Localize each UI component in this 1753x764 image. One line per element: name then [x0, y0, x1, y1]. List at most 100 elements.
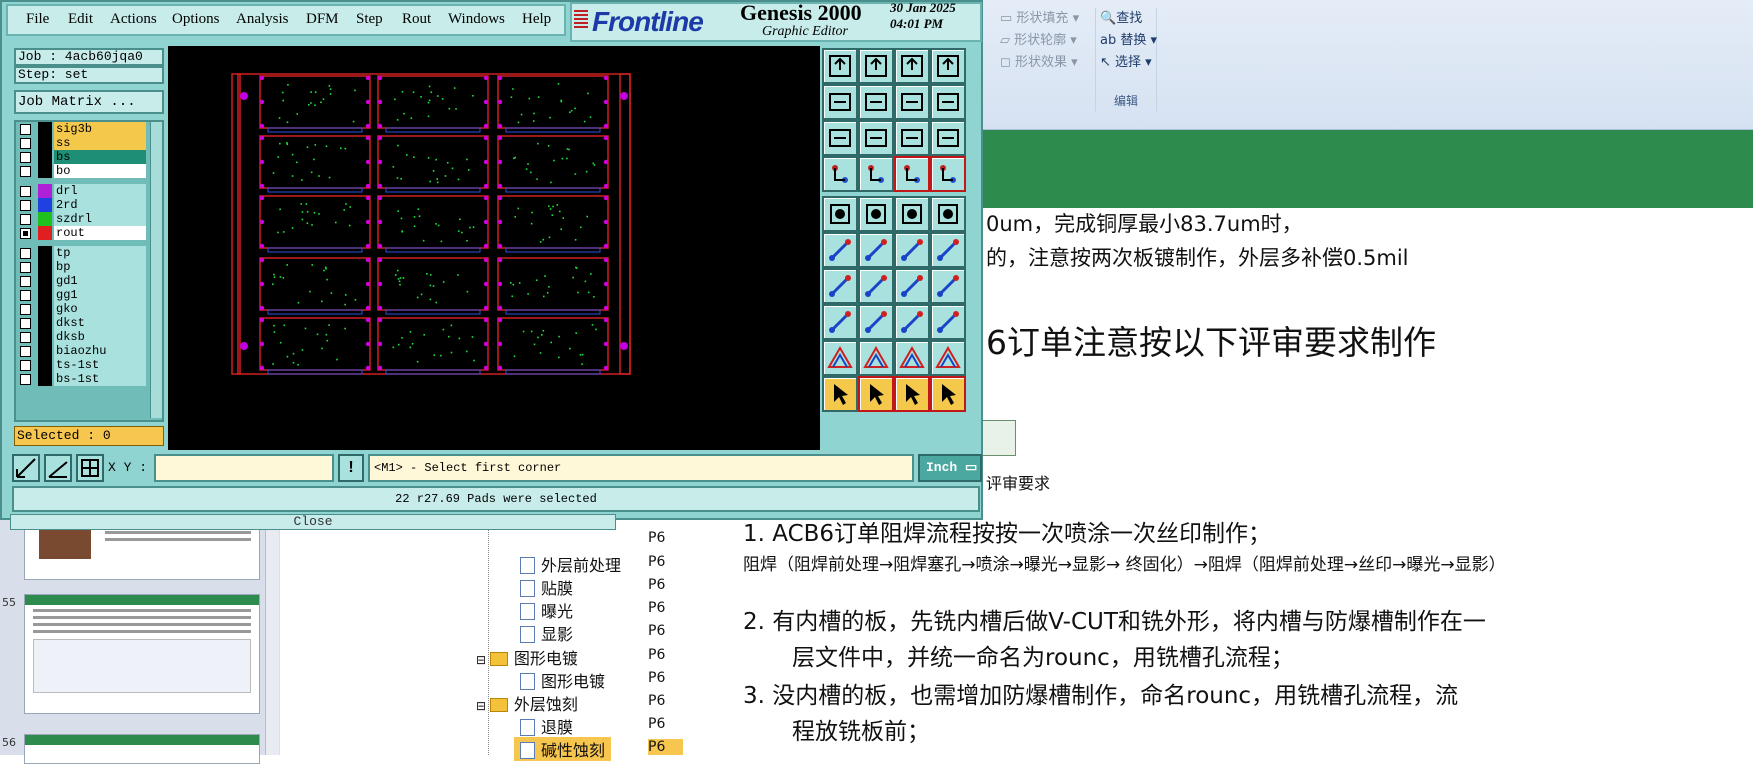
layer-row-ss[interactable]: ss: [16, 136, 146, 150]
shape-fill-button[interactable]: ▭ 形状填充 ▾: [1000, 8, 1079, 30]
menu-options[interactable]: Options: [172, 11, 220, 28]
scale-1-2-button[interactable]: [894, 120, 930, 156]
layer-checkbox[interactable]: [20, 290, 31, 301]
layer-row-gko[interactable]: gko: [16, 302, 146, 316]
copy-button[interactable]: [930, 304, 966, 340]
job-field[interactable]: Job : 4acb60jqa0: [14, 48, 164, 66]
select-box-button[interactable]: [858, 376, 894, 412]
layer-checkbox[interactable]: [20, 276, 31, 287]
zoom-right-button[interactable]: [858, 84, 894, 120]
fit-button[interactable]: [822, 120, 858, 156]
mirror-button[interactable]: [930, 268, 966, 304]
tree-folder[interactable]: ⊟ 外层蚀刻: [476, 691, 578, 715]
layer-row-sig3b[interactable]: sig3b: [16, 122, 146, 136]
select-button[interactable]: ↖ 选择 ▾: [1096, 52, 1156, 74]
slide-thumbnail[interactable]: [24, 594, 260, 714]
horizontal-button[interactable]: [858, 304, 894, 340]
step-field[interactable]: Step: set: [14, 66, 164, 84]
grid-snap-button[interactable]: [76, 454, 104, 482]
tree-item[interactable]: 图形电镀: [520, 668, 605, 692]
delete-button[interactable]: [858, 232, 894, 268]
layer-row-dksb[interactable]: dksb: [16, 330, 146, 344]
layer-checkbox[interactable]: [20, 214, 31, 225]
tree-item[interactable]: 退膜: [520, 714, 573, 738]
tree-item-selected[interactable]: 碱性蚀刻: [514, 737, 612, 761]
layer-checkbox[interactable]: [20, 262, 31, 273]
layer-row-gd1[interactable]: gd1: [16, 274, 146, 288]
layer-row-rout[interactable]: rout: [16, 226, 146, 240]
snap-button[interactable]: [822, 156, 858, 192]
collapse-icon[interactable]: ⊟: [476, 699, 490, 713]
layer-checkbox[interactable]: [20, 360, 31, 371]
find-button[interactable]: 🔍查找: [1096, 8, 1156, 30]
redraw-button[interactable]: [930, 84, 966, 120]
center-snap-button[interactable]: [894, 304, 930, 340]
circle-button[interactable]: [930, 196, 966, 232]
units-selector[interactable]: Inch ▭: [918, 454, 982, 482]
xy-input[interactable]: [154, 454, 334, 482]
select-graph-button[interactable]: [930, 376, 966, 412]
camera-button[interactable]: [822, 196, 858, 232]
layer-row-tp[interactable]: tp: [16, 246, 146, 260]
tree-item[interactable]: 曝光: [520, 598, 573, 622]
angle-button[interactable]: [822, 268, 858, 304]
layer-list-scrollbar[interactable]: [150, 122, 162, 418]
rotate-button[interactable]: [894, 268, 930, 304]
center-button[interactable]: [858, 120, 894, 156]
graphic-canvas[interactable]: [168, 46, 820, 450]
layer-checkbox[interactable]: [20, 124, 31, 135]
menu-actions[interactable]: Actions: [110, 11, 157, 28]
layer-row-gg1[interactable]: gg1: [16, 288, 146, 302]
collapse-icon[interactable]: ⊟: [476, 653, 490, 667]
grid-button[interactable]: [858, 156, 894, 192]
layer-row-dkst[interactable]: dkst: [16, 316, 146, 330]
zoom-left-button[interactable]: [822, 84, 858, 120]
open-layer-button[interactable]: [822, 48, 858, 84]
layer-row-bo[interactable]: bo: [16, 164, 146, 178]
job-matrix-button[interactable]: Job Matrix ...: [14, 90, 164, 114]
tree-folder[interactable]: ⊟ 图形电镀: [476, 645, 578, 669]
save-button[interactable]: [858, 48, 894, 84]
slide-thumbnail[interactable]: [24, 734, 260, 764]
layer-row-bs[interactable]: bs: [16, 150, 146, 164]
help-button[interactable]: [930, 120, 966, 156]
layer-checkbox[interactable]: [20, 374, 31, 385]
layer-row-bs-1st[interactable]: bs-1st: [16, 372, 146, 386]
layer-checkbox[interactable]: [20, 304, 31, 315]
layer-checkbox[interactable]: [20, 186, 31, 197]
tree-item[interactable]: 外层前处理: [520, 552, 621, 576]
line-button[interactable]: [894, 232, 930, 268]
shape-outline-button[interactable]: ▱ 形状轮廓 ▾: [1000, 30, 1079, 52]
zoom-back-button[interactable]: [894, 84, 930, 120]
triangle2-button[interactable]: [858, 340, 894, 376]
tree-item[interactable]: 显影: [520, 621, 573, 645]
menu-edit[interactable]: Edit: [68, 11, 93, 28]
layer-row-szdrl[interactable]: szdrl: [16, 212, 146, 226]
excel-attachment-icon[interactable]: [982, 420, 1016, 456]
shape-effects-button[interactable]: ◻ 形状效果 ▾: [1000, 52, 1079, 74]
layer-checkbox[interactable]: [20, 248, 31, 259]
replace-button[interactable]: ab 替换 ▾: [1096, 30, 1157, 52]
slide-thumbnails[interactable]: 55 56: [0, 520, 280, 764]
layer-row-2rd[interactable]: 2rd: [16, 198, 146, 212]
thumbnail-scrollbar[interactable]: [265, 520, 279, 755]
close-button[interactable]: Close: [10, 514, 616, 530]
measure-button[interactable]: [44, 454, 72, 482]
triangle4-button[interactable]: [930, 340, 966, 376]
connect-button[interactable]: [822, 232, 858, 268]
point-button[interactable]: [822, 304, 858, 340]
menu-dfm[interactable]: DFM: [306, 11, 339, 28]
layer-checkbox[interactable]: [20, 332, 31, 343]
layer-row-biaozhu[interactable]: biaozhu: [16, 344, 146, 358]
tree-item[interactable]: 贴膜: [520, 575, 573, 599]
menu-windows[interactable]: Windows: [448, 11, 505, 28]
select-button[interactable]: [822, 376, 858, 412]
info-button[interactable]: !: [338, 454, 364, 482]
poly-button[interactable]: [858, 196, 894, 232]
triangle1-button[interactable]: [822, 340, 858, 376]
zoom-window-button[interactable]: [12, 454, 40, 482]
layer-checkbox[interactable]: [20, 138, 31, 149]
layer-row-bp[interactable]: bp: [16, 260, 146, 274]
layer-checkbox[interactable]: [20, 200, 31, 211]
arc-button[interactable]: [858, 268, 894, 304]
